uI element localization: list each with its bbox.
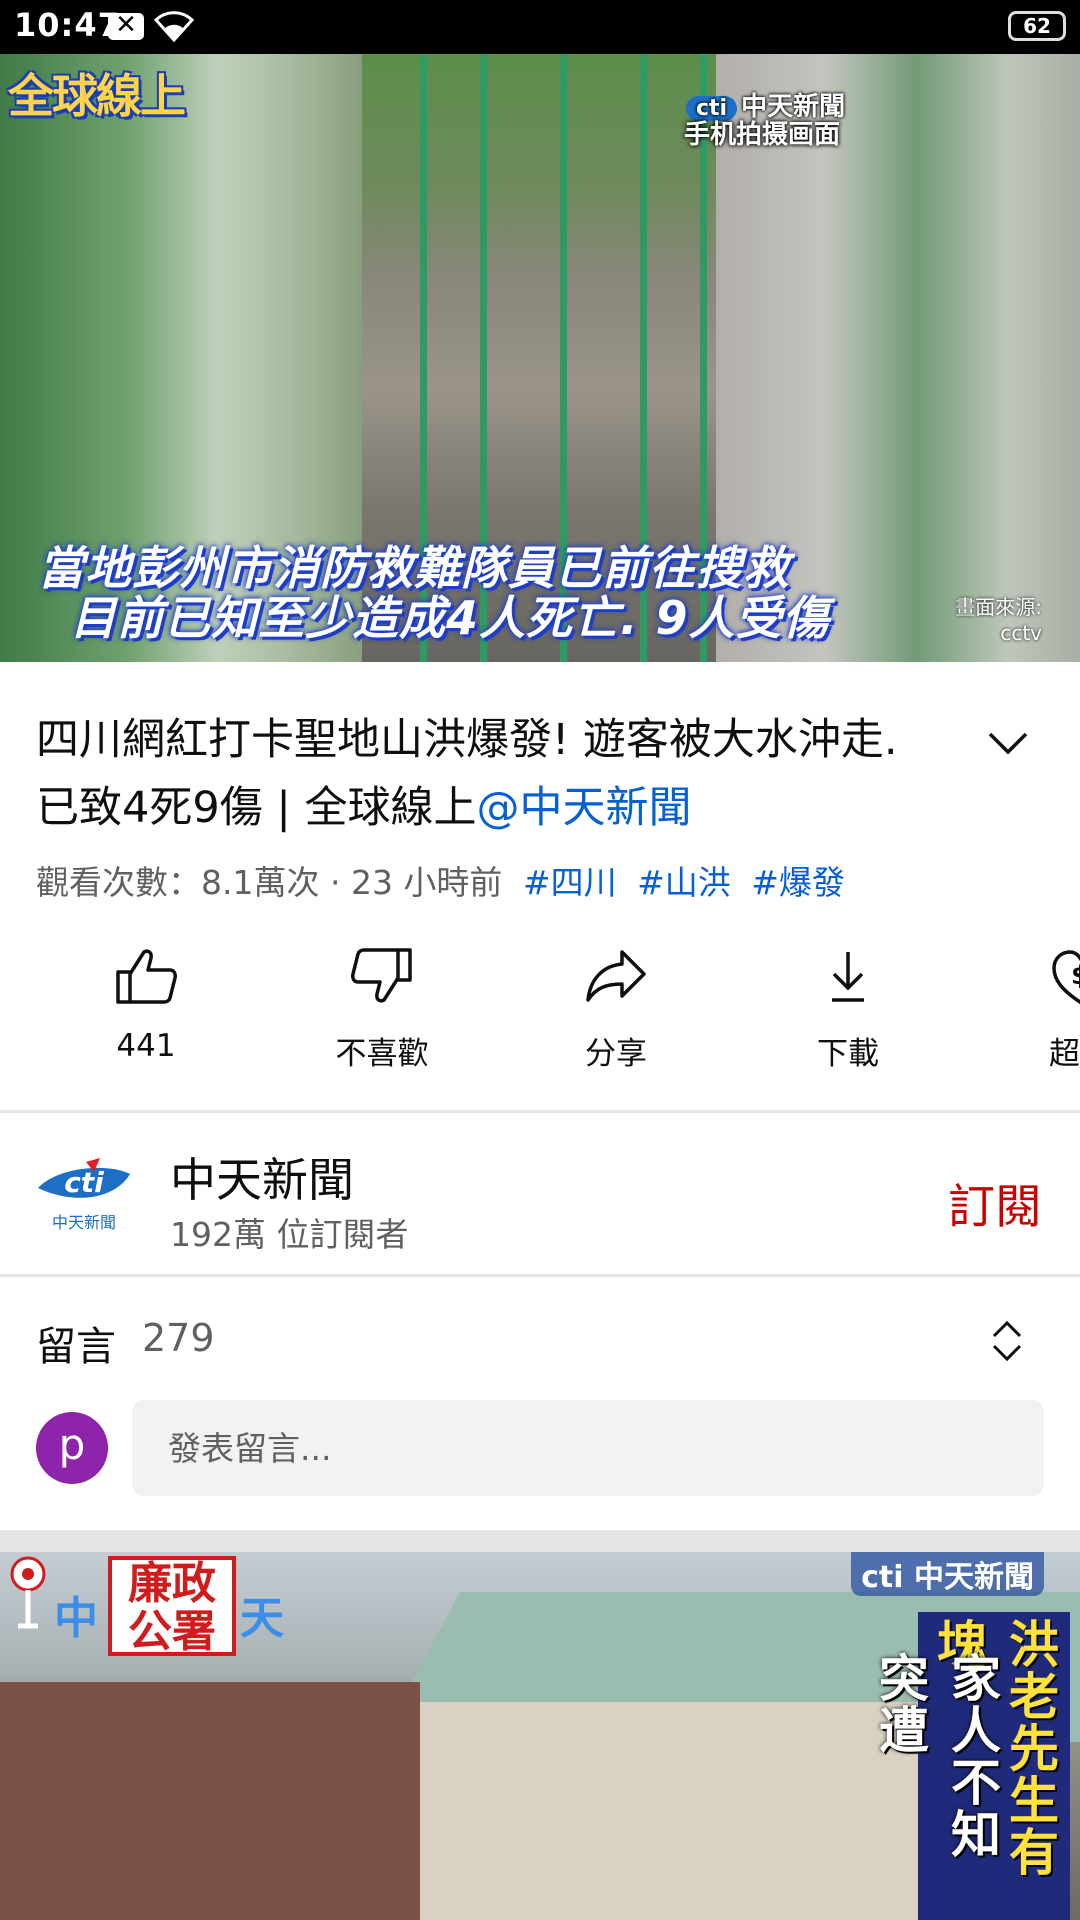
expand-collapse-icon[interactable] [990,1318,1024,1364]
chevron-down-icon[interactable] [986,728,1030,758]
status-bar: 10:47 ✕ 62 [0,0,1080,54]
download-icon [832,952,864,1002]
channel-name[interactable]: 中天新聞 [170,1144,354,1210]
divider [0,1110,1080,1113]
action-bar: 441 不喜歡 分享 下載 $ 超級 [0,946,1080,1086]
svg-text:中天新聞: 中天新聞 [52,1213,116,1232]
footage-source: 畫面來源: cctv [955,595,1042,645]
thumbnail-brick [0,1682,420,1920]
thumbs-up-icon [116,949,177,1004]
hashtag-link[interactable]: #爆發 [751,863,845,902]
thumbnail-wall [360,1702,940,1920]
battery-icon: 62 [1008,11,1066,41]
thumbs-down-icon [351,948,412,1003]
video-meta: 觀看次數：8.1萬次 · 23 小時前 #四川 #山洪 #爆發 [36,863,845,902]
user-avatar[interactable]: p [36,1412,108,1484]
super-thanks-icon: $ [1052,950,1080,1005]
channel-avatar[interactable]: cti 中天新聞 [36,1158,132,1238]
status-time: 10:47 [14,6,121,44]
eye-mascot-icon [10,1556,46,1629]
next-show-logo: 中 廉政 公署 天 [8,1556,284,1656]
dislike-button[interactable]: 不喜歡 [302,946,462,1073]
notification-icon: ✕ [108,10,144,40]
subscribe-button[interactable]: 訂閱 [948,1168,1042,1237]
subscriber-count: 192萬 位訂閱者 [170,1215,409,1254]
super-thanks-button[interactable]: $ 超級 [1000,946,1080,1073]
section-separator [0,1530,1080,1552]
share-icon [586,950,646,1002]
download-button[interactable]: 下載 [768,946,928,1073]
video-player[interactable]: 全球線上 cti 中天新聞 手机拍摄画面 當地彭州市消防救難隊員已前往搜救 目前已… [0,54,1080,662]
subtitle-line-2: 目前已知至少造成4人死亡. 9人受傷 [70,591,830,645]
comments-header[interactable]: 留言 [36,1314,116,1372]
hashtag-link[interactable]: #四川 [523,863,617,902]
cti-logo-icon: cti 中天新聞 [38,1158,130,1232]
next-channel-watermark: cti 中天新聞 [851,1552,1044,1596]
phone-caption: 手机拍摄画面 [684,120,841,150]
wifi-icon [154,11,194,43]
video-title[interactable]: 四川網紅打卡聖地山洪爆發! 遊客被大水沖走.已致4死9傷 | 全球線上@中天新聞 [36,706,936,842]
svg-text:$: $ [1071,961,1080,991]
comments-count: 279 [142,1316,215,1360]
svg-text:cti: cti [64,1166,104,1199]
share-button[interactable]: 分享 [536,946,696,1073]
next-caption-left: 家人不知 突遭 [871,1652,1001,1860]
comment-input[interactable] [132,1400,1044,1496]
divider [0,1274,1080,1277]
like-button[interactable]: 441 [66,946,226,1064]
hashtag-link[interactable]: #山洪 [637,863,731,902]
next-video-thumbnail[interactable]: 中 廉政 公署 天 cti 中天新聞 洪老先生有塊 家人不知 突遭 [0,1552,1080,1920]
show-logo: 全球線上 [8,69,186,123]
channel-mention-link[interactable]: @中天新聞 [477,783,692,833]
